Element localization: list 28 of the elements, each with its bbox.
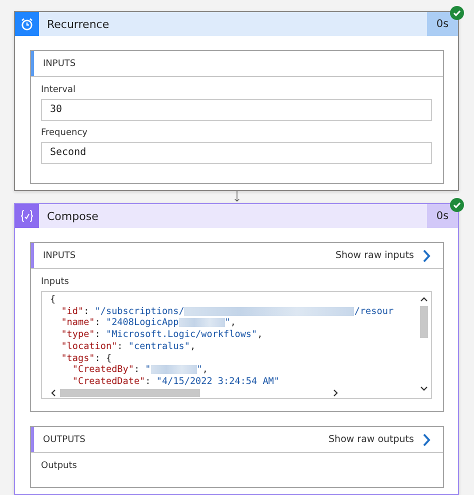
show-raw-link[interactable]: Show raw outputs xyxy=(328,432,431,446)
field-label: Inputs xyxy=(41,277,70,287)
duration-label: 0s xyxy=(427,12,458,36)
chevron-right-icon xyxy=(422,248,431,262)
value-field: 30 xyxy=(41,99,432,121)
code-line: "CreatedDate": "4/15/2022 3:24:54 AM" xyxy=(71,376,280,388)
field-label: Frequency xyxy=(41,128,88,138)
chevron-right-icon xyxy=(422,432,431,446)
value-field: Second xyxy=(41,142,432,164)
code-line: "id": "/subscriptions/ /resour xyxy=(60,306,394,318)
section-title: OUTPUTS xyxy=(43,434,86,444)
field-label: Outputs xyxy=(41,461,78,471)
card-header[interactable]: Recurrence 0s xyxy=(15,12,458,36)
card-title: Recurrence xyxy=(46,18,110,30)
card-title: Compose xyxy=(46,210,100,222)
code-line: "location": "centralus", xyxy=(60,340,196,353)
code-line: "CreatedBy": " ", xyxy=(71,364,208,376)
horizontal-scrollbar[interactable] xyxy=(50,388,340,398)
code-line: "name": "2408LogicApp ", xyxy=(60,317,236,330)
section-title: INPUTS xyxy=(43,250,76,260)
code-line: { xyxy=(50,294,56,306)
code-line: "type": "Microsoft.Logic/workflows", xyxy=(60,329,263,341)
section-title: INPUTS xyxy=(43,58,76,68)
code-line: "tags": { xyxy=(60,352,112,364)
card-header[interactable]: Compose 0s xyxy=(15,204,458,228)
duration-label: 0s xyxy=(427,204,458,228)
field-label: Interval xyxy=(41,85,76,95)
show-raw-link[interactable]: Show raw inputs xyxy=(335,248,431,262)
